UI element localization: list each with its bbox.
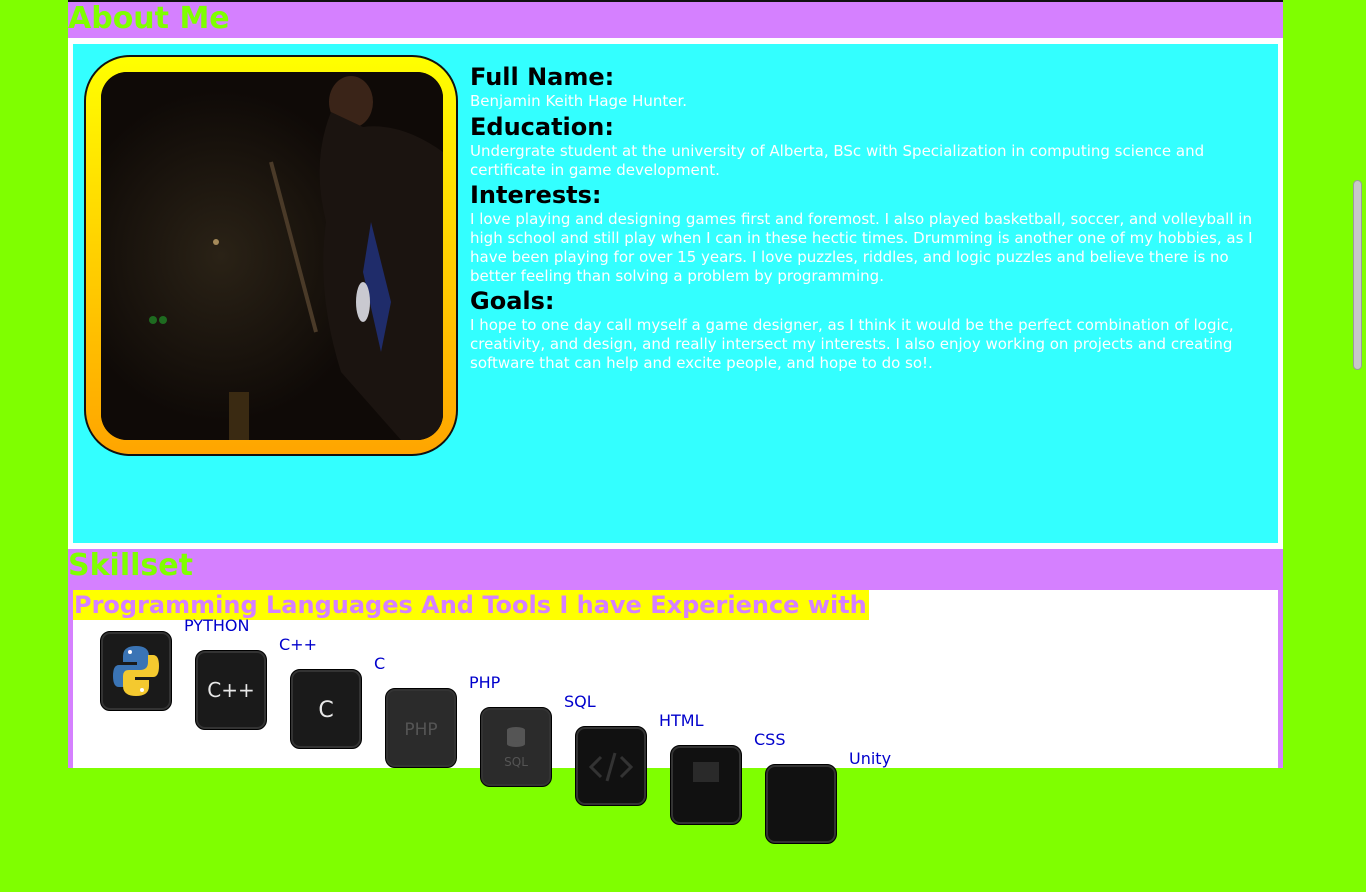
skill-label-sql[interactable]: SQL [564, 692, 596, 711]
html-icon[interactable] [575, 726, 647, 806]
goals-text: I hope to one day call myself a game des… [470, 316, 1234, 372]
education-heading: Education: [470, 113, 614, 141]
interests-heading: Interests: [470, 181, 602, 209]
skill-label-css[interactable]: CSS [754, 730, 785, 749]
interests-text: I love playing and designing games first… [470, 210, 1253, 285]
skill-label-c[interactable]: C [374, 654, 385, 673]
education-text: Undergrate student at the university of … [470, 142, 1205, 179]
page-container: About Me Full Name: Benjamin Keith Hage … [68, 0, 1283, 844]
skillset-section: Programming Languages And Tools I have E… [73, 590, 1278, 844]
svg-text:C++: C++ [207, 678, 254, 702]
skill-unity: Unity [765, 749, 945, 892]
svg-text:PHP: PHP [404, 720, 437, 740]
about-section-title: About Me [68, 1, 230, 36]
python-icon[interactable] [100, 631, 172, 711]
goals-heading: Goals: [470, 287, 555, 315]
skill-label-html[interactable]: HTML [659, 711, 704, 730]
profile-photo [101, 72, 443, 440]
skillset-section-title: Skillset [68, 548, 193, 583]
php-icon[interactable]: PHP [385, 688, 457, 768]
about-panel: Full Name: Benjamin Keith Hage Hunter. E… [73, 44, 1278, 543]
vertical-scrollbar[interactable] [1353, 180, 1362, 370]
sql-icon[interactable]: SQL [480, 707, 552, 787]
cpp-icon[interactable]: C++ [195, 650, 267, 730]
top-divider [68, 0, 1283, 2]
skill-label-php[interactable]: PHP [469, 673, 500, 692]
c-icon[interactable]: C [290, 669, 362, 749]
profile-photo-frame [84, 55, 458, 456]
svg-text:SQL: SQL [504, 755, 528, 769]
about-section: Full Name: Benjamin Keith Hage Hunter. E… [68, 38, 1283, 549]
skill-label-unity[interactable]: Unity [849, 749, 891, 768]
css-icon[interactable] [670, 745, 742, 825]
full-name-heading: Full Name: [470, 63, 615, 91]
unity-icon[interactable] [765, 764, 837, 844]
svg-text:C: C [318, 698, 333, 723]
skill-label-cpp[interactable]: C++ [279, 635, 317, 654]
about-info: Full Name: Benjamin Keith Hage Hunter. E… [470, 62, 1278, 373]
skill-label-python[interactable]: PYTHON [184, 616, 249, 635]
full-name-text: Benjamin Keith Hage Hunter. [470, 92, 688, 110]
